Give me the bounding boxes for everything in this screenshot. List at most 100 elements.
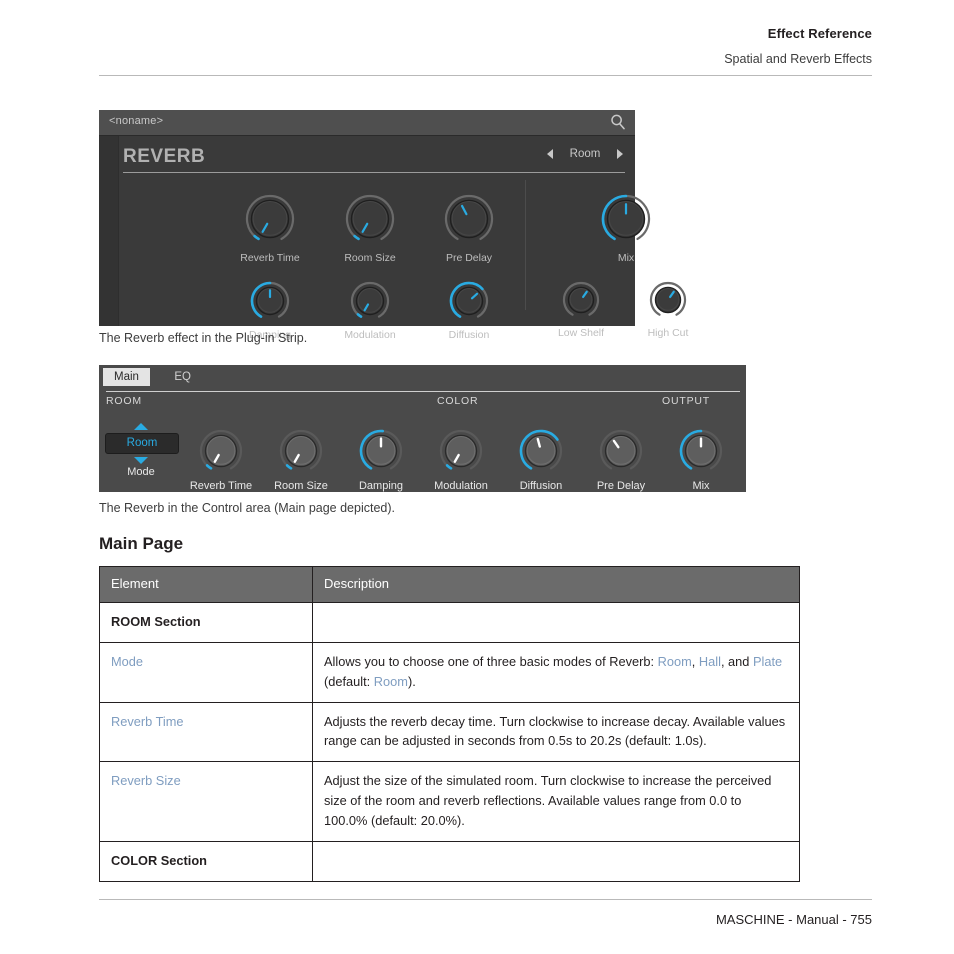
knob-dial[interactable]: [444, 194, 494, 249]
knob-label: Mix: [617, 252, 635, 264]
table-row: Mode Allows you to choose one of three ba…: [99, 641, 800, 703]
param-name[interactable]: Reverb Time: [111, 714, 184, 729]
section-divider: [525, 180, 526, 310]
header-subtitle: Spatial and Reverb Effects: [724, 52, 872, 66]
table-header-row: Element Description: [99, 565, 800, 604]
table-description-cell: Adjusts the reverb decay time. Turn cloc…: [312, 701, 800, 763]
control-knob-modulation[interactable]: Modulation: [434, 429, 488, 492]
control-knob-mix[interactable]: Mix: [679, 429, 723, 492]
knob-diffusion[interactable]: Diffusion: [449, 281, 489, 341]
table-description-cell: [312, 840, 800, 882]
knob-label: High Cut: [647, 327, 689, 339]
tab-main[interactable]: Main: [103, 368, 150, 386]
triangle-left-icon[interactable]: [547, 149, 553, 159]
section-name: ROOM Section: [111, 614, 201, 630]
description-text: , and: [720, 653, 753, 669]
knob-dial[interactable]: [245, 194, 295, 249]
table-description-cell: [312, 602, 800, 643]
param-name[interactable]: Mode: [111, 654, 143, 669]
header-rule: [99, 75, 872, 76]
knob-modulation[interactable]: Modulation: [344, 281, 396, 341]
control-area-figure: Main EQ ROOM COLOR OUTPUT Room Mode Reve…: [99, 365, 746, 492]
knob-reverb-time[interactable]: Reverb Time: [240, 194, 300, 264]
inline-link[interactable]: Hall: [699, 654, 721, 669]
plugin-strip-body: REVERB Room Reverb Time Room Size Pre Dela…: [99, 136, 688, 341]
table-section-label: ROOM Section: [99, 602, 313, 643]
figure-2-caption: The Reverb in the Control area (Main pag…: [99, 501, 395, 515]
knob-dial[interactable]: [439, 429, 483, 478]
knob-dial[interactable]: [649, 281, 687, 324]
description-text: ).: [407, 673, 416, 689]
knob-dial[interactable]: [350, 281, 390, 326]
knob-dial[interactable]: [599, 429, 643, 478]
inline-link[interactable]: Plate: [753, 654, 782, 669]
knob-dial[interactable]: [199, 429, 243, 478]
knob-dial[interactable]: [679, 429, 723, 478]
knob-low-shelf[interactable]: Low Shelf: [558, 281, 604, 339]
triangle-right-icon[interactable]: [617, 149, 623, 159]
table-param-link[interactable]: Reverb Size: [99, 761, 313, 842]
header-title: Effect Reference: [767, 26, 872, 41]
knob-label: Mix: [692, 480, 710, 492]
control-knob-diffusion[interactable]: Diffusion: [519, 429, 563, 492]
column-header-description: Description: [312, 565, 800, 604]
table-section-label: COLOR Section: [99, 840, 313, 882]
triangle-up-icon[interactable]: [134, 423, 148, 430]
control-knob-room-size[interactable]: Room Size: [274, 429, 328, 492]
knob-dial[interactable]: [279, 429, 323, 478]
knob-dial[interactable]: [601, 194, 651, 249]
tab-eq[interactable]: EQ: [163, 368, 202, 386]
knob-label: Room Size: [344, 252, 396, 264]
control-knob-reverb-time[interactable]: Reverb Time: [190, 429, 252, 492]
knob-label: Reverb Time: [240, 252, 300, 264]
table-row: COLOR Section: [99, 840, 800, 882]
page-title: Main Page: [99, 534, 184, 553]
description-text: (default:: [324, 673, 374, 689]
knob-label: Pre Delay: [445, 252, 493, 264]
parameter-table: Element Description ROOM Section Mode All…: [99, 565, 800, 882]
control-area-tabs: Main EQ: [99, 365, 202, 387]
section-output-label: OUTPUT: [662, 395, 710, 407]
figure-1-caption: The Reverb effect in the Plug-in Strip.: [99, 331, 308, 345]
description-text: Allows you to choose one of three basic …: [324, 653, 658, 669]
knob-room-size[interactable]: Room Size: [344, 194, 396, 264]
mode-label: Mode: [127, 466, 155, 478]
footer-text: MASCHINE - Manual - 755: [715, 912, 872, 927]
control-knob-damping[interactable]: Damping: [359, 429, 403, 492]
plugin-strip-titlebar: <noname>: [99, 110, 635, 136]
control-knob-pre-delay[interactable]: Pre Delay: [597, 429, 645, 492]
reverb-header: REVERB Room: [123, 146, 625, 173]
knob-dial[interactable]: [519, 429, 563, 478]
param-name[interactable]: Reverb Size: [111, 773, 181, 788]
preset-selector[interactable]: Room: [547, 148, 623, 160]
mode-value[interactable]: Room: [105, 433, 179, 454]
magnifier-icon[interactable]: [609, 113, 627, 131]
table-row: Reverb Size Adjust the size of the simula…: [99, 761, 800, 842]
section-output: OUTPUT: [662, 391, 740, 407]
knob-label: Modulation: [344, 329, 396, 341]
description-text: ,: [691, 653, 699, 669]
knob-dial[interactable]: [449, 281, 489, 326]
effect-title: REVERB: [123, 146, 206, 167]
knob-dial[interactable]: [562, 281, 600, 324]
plugin-strip-left-column: [99, 136, 119, 326]
inline-link[interactable]: Room: [658, 654, 692, 669]
knob-high-cut[interactable]: High Cut: [648, 281, 688, 339]
knob-dial[interactable]: [359, 429, 403, 478]
knob-dial[interactable]: [250, 281, 290, 326]
knob-label: Diffusion: [448, 329, 490, 341]
mode-selector[interactable]: Room Mode: [105, 423, 179, 478]
knob-dial[interactable]: [345, 194, 395, 249]
knob-label: Low Shelf: [557, 327, 605, 339]
table-description-cell: Adjust the size of the simulated room. T…: [312, 761, 800, 842]
table-row: Reverb Time Adjusts the reverb decay time…: [99, 701, 800, 763]
table-param-link[interactable]: Mode: [99, 641, 313, 703]
plugin-strip-figure: <noname> REVERB Room Reverb Time Room Siz…: [99, 110, 688, 341]
inline-link[interactable]: Room: [374, 674, 408, 689]
preset-value: Room: [569, 148, 601, 160]
table-row: ROOM Section: [99, 602, 800, 643]
knob-pre-delay[interactable]: Pre Delay: [444, 194, 494, 264]
table-param-link[interactable]: Reverb Time: [99, 701, 313, 763]
triangle-down-icon[interactable]: [134, 457, 148, 464]
knob-mix[interactable]: Mix: [601, 194, 651, 264]
